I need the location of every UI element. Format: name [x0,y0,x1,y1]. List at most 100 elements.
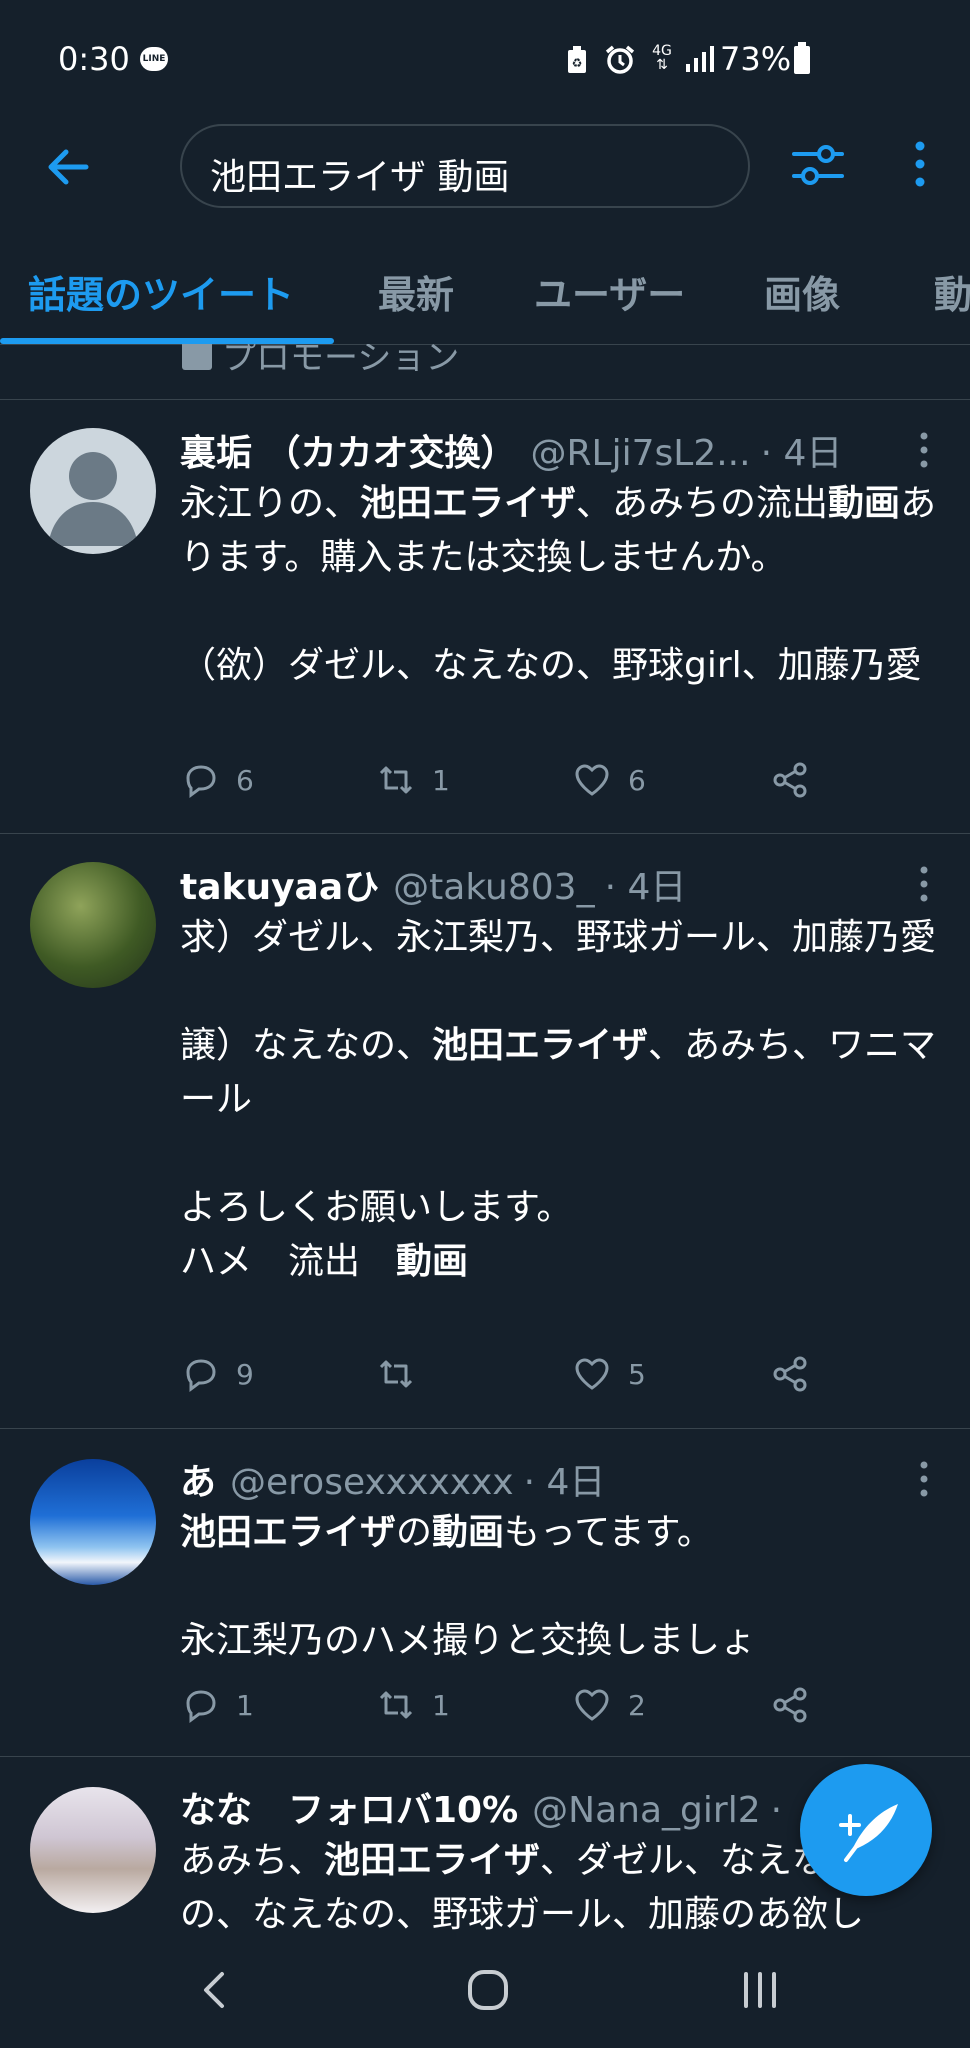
like-button[interactable]: 5 [572,1354,646,1394]
highlighted-term: 動画 [432,1512,505,1553]
reply-button[interactable]: 1 [180,1685,254,1725]
nav-recents-icon[interactable] [730,1960,790,2020]
highlighted-term: 動画 [828,483,901,524]
share-icon [773,1356,807,1392]
tweet-more-icon[interactable] [912,430,936,470]
retweet-button[interactable] [376,1354,432,1394]
tweet-actions: 9 5 [180,1354,840,1404]
like-count: 5 [628,1357,646,1391]
tweet[interactable]: takuyaaひ @taku803_ · 4日 求）ダゼル、永江梨乃、野球ガール… [0,834,970,1429]
tweet-actions: 1 1 2 [180,1685,840,1735]
back-arrow-icon[interactable] [40,140,94,194]
retweet-icon [379,1360,413,1388]
share-button[interactable] [770,760,810,800]
battery-percent: 73% [720,40,792,78]
tweet-author-handle[interactable]: @RLji7sL2... [531,433,751,474]
reply-button[interactable]: 9 [180,1354,254,1394]
like-button[interactable]: 6 [572,760,646,800]
tweet-author-handle[interactable]: @Nana_girl2 [532,1790,760,1831]
nav-home-icon[interactable] [458,1960,518,2020]
avatar-photo[interactable] [30,862,156,988]
retweet-count: 1 [432,1688,450,1722]
share-icon [773,762,807,798]
tweet-text: 永江りの、池田エライザ、あみちの流出動画あります。購入または交換しませんか。 （… [180,477,940,693]
search-input[interactable]: 池田エライザ 動画 [180,124,750,208]
tab-photos[interactable]: 画像 [764,264,840,319]
like-button[interactable]: 2 [572,1685,646,1725]
reply-icon [186,765,216,798]
tweet-timestamp: · 4日 [604,867,687,908]
retweet-button[interactable]: 1 [376,1685,450,1725]
compose-tweet-button[interactable] [800,1764,932,1896]
highlighted-term: 池田エライザ [324,1840,541,1881]
tweet-text: 求）ダゼル、永江梨乃、野球ガール、加藤乃愛 譲）なえなの、池田エライザ、あみち、… [180,911,940,1289]
status-bar: 0:30 LINE ♻ 4G ⇅ 73% [0,0,970,100]
like-count: 6 [628,763,646,797]
tweet-actions: 6 1 6 [180,760,840,810]
reply-icon [186,1359,216,1392]
tab-people[interactable]: ユーザー [534,264,685,319]
tweet-author-name[interactable]: あ [180,1453,216,1505]
tweet-author-name[interactable]: 裏垢 （カカオ交換） [180,424,517,476]
reply-count: 1 [236,1688,254,1722]
share-button[interactable] [770,1685,810,1725]
tweet-text-segment: あみち、 [180,1840,325,1881]
reply-button[interactable]: 6 [180,760,254,800]
overflow-menu-icon[interactable] [900,136,940,192]
tweet-more-icon[interactable] [912,1459,936,1499]
heart-icon [575,764,609,796]
highlighted-term: 池田エライザ [180,1512,397,1553]
promoted-label: プロモーション [222,344,460,378]
tweet[interactable]: 裏垢 （カカオ交換） @RLji7sL2... · 4日 永江りの、池田エライザ… [0,400,970,834]
reply-count: 9 [236,1357,254,1391]
heart-icon [575,1358,609,1390]
tweet-author-handle[interactable]: @erosexxxxxxx [230,1462,514,1503]
alarm-icon [605,45,635,74]
tweet[interactable]: あ @erosexxxxxxx · 4日 池田エライザの動画もってます。 永江梨… [0,1429,970,1757]
tab-videos[interactable]: 動 [934,264,970,319]
tab-latest[interactable]: 最新 [378,264,454,319]
tweet-more-icon[interactable] [912,864,936,904]
tweet-text: 池田エライザの動画もってます。 永江梨乃のハメ撮りと交換しましょ [180,1506,940,1668]
promoted-label-row: プロモーション [0,344,970,400]
svg-text:♻: ♻ [572,56,583,70]
avatar-photo[interactable] [30,1787,156,1913]
tweet-author-handle[interactable]: @taku803_ [393,867,594,908]
network-type-icon: 4G ⇅ [652,43,672,73]
compose-feather-icon [839,1804,898,1862]
retweet-button[interactable]: 1 [376,760,450,800]
search-tabs: 話題のツイート 最新 ユーザー 画像 動 [0,234,970,345]
tweet-author-name[interactable]: なな フォロバ10% [180,1781,518,1833]
default-avatar-icon [48,452,138,546]
share-button[interactable] [770,1354,810,1394]
avatar-default[interactable] [30,428,156,554]
like-count: 2 [628,1688,646,1722]
retweet-count: 1 [432,763,450,797]
battery-icon [794,42,810,74]
search-filter-icon[interactable] [790,136,846,192]
line-notification-icon: LINE [140,47,168,71]
highlighted-term: 池田エライザ [432,1025,649,1066]
nav-back-icon[interactable] [186,1960,246,2020]
retweet-icon [379,766,413,794]
battery-saver-icon: ♻ [568,46,586,73]
reply-count: 6 [236,763,254,797]
tweet-author-name[interactable]: takuyaaひ [180,858,379,910]
tweet-timestamp: · [770,1790,783,1831]
heart-icon [575,1689,609,1721]
system-navigation-bar [0,1930,970,2048]
promoted-icon [182,344,212,370]
search-query-text: 池田エライザ 動画 [210,157,510,198]
tweet-timestamp: · 4日 [523,1462,606,1503]
tweet-timestamp: · 4日 [760,433,843,474]
highlighted-term: 動画 [396,1241,469,1282]
avatar-photo[interactable] [30,1459,156,1585]
tweet-text-segment: 永江りの、 [180,483,361,524]
reply-icon [186,1690,216,1723]
share-icon [773,1687,807,1723]
highlighted-term: 池田エライザ [360,483,577,524]
tweet-text-segment: 、あみちの流出 [576,483,829,524]
tweet-text-segment: の [396,1512,433,1553]
tab-top[interactable]: 話題のツイート [28,264,294,319]
signal-icon [686,46,714,72]
